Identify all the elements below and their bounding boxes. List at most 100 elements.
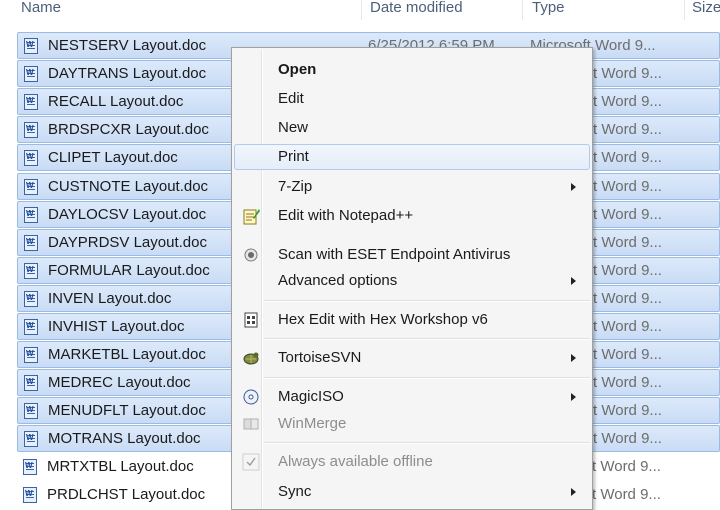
winmerge-icon: [243, 418, 259, 430]
menu-item-label: 7-Zip: [278, 178, 313, 195]
menu-item-label: Edit with Notepad++: [278, 207, 414, 224]
menu-separator: [264, 338, 590, 340]
word-document-icon: [24, 347, 38, 363]
tortoise-svn-icon: [243, 352, 259, 365]
menu-item-label: Hex Edit with Hex Workshop v6: [278, 311, 488, 328]
column-divider[interactable]: [522, 0, 523, 20]
file-name: PRDLCHST Layout.doc: [47, 486, 206, 503]
file-type: t Word 9...: [593, 374, 662, 391]
file-name: BRDSPCXR Layout.doc: [48, 121, 209, 138]
menu-item-edit-notepad[interactable]: Edit with Notepad++: [234, 203, 590, 229]
context-menu: Open Edit New Print 7-Zip Edit with Note…: [231, 47, 593, 510]
menu-item-sync[interactable]: Sync: [234, 479, 590, 505]
menu-item-magiciso[interactable]: MagicISO: [234, 384, 590, 410]
file-name: MENUDFLT Layout.doc: [48, 402, 206, 419]
checkmark-icon: [242, 453, 260, 471]
word-document-icon: [24, 263, 38, 279]
word-document-icon: [24, 150, 38, 166]
file-type: t Word 9...: [593, 290, 662, 307]
submenu-arrow-icon: [571, 183, 576, 191]
word-document-icon: [24, 38, 38, 54]
menu-item-advanced-options[interactable]: Advanced options: [234, 268, 590, 294]
menu-item-label: TortoiseSVN: [278, 349, 362, 366]
word-document-icon: [24, 431, 38, 447]
word-document-icon: [24, 403, 38, 419]
word-document-icon: [24, 235, 38, 251]
word-document-icon: [23, 487, 37, 503]
column-divider[interactable]: [361, 0, 362, 20]
magiciso-icon: [243, 389, 259, 405]
file-type: t Word 9...: [593, 65, 662, 82]
word-document-icon: [24, 207, 38, 223]
file-type: t Word 9...: [593, 178, 662, 195]
column-size-header[interactable]: Size: [692, 0, 720, 21]
file-name: DAYLOCSV Layout.doc: [48, 206, 207, 223]
column-date-header[interactable]: Date modified: [370, 0, 463, 21]
notepad-plus-plus-icon: [243, 209, 260, 225]
file-type: t Word 9...: [593, 121, 662, 138]
column-name-header[interactable]: Name: [21, 0, 61, 21]
file-name: INVHIST Layout.doc: [48, 318, 185, 335]
file-type: t Word 9...: [593, 206, 662, 223]
menu-item-tortoise-svn[interactable]: TortoiseSVN: [234, 345, 590, 371]
word-document-icon: [24, 319, 38, 335]
file-name: MARKETBL Layout.doc: [48, 346, 206, 363]
menu-item-label: Sync: [278, 483, 312, 500]
word-document-icon: [24, 94, 38, 110]
file-name: INVEN Layout.doc: [48, 290, 172, 307]
hex-workshop-icon: [244, 312, 258, 328]
word-document-icon: [24, 291, 38, 307]
column-type-header[interactable]: Type: [532, 0, 565, 21]
file-type: t Word 9...: [593, 262, 662, 279]
column-divider[interactable]: [684, 0, 685, 20]
file-name: FORMULAR Layout.doc: [48, 262, 210, 279]
file-type: t Word 9...: [593, 234, 662, 251]
menu-item-scan-eset[interactable]: Scan with ESET Endpoint Antivirus: [234, 242, 590, 268]
submenu-arrow-icon: [571, 354, 576, 362]
menu-item-hex-edit[interactable]: Hex Edit with Hex Workshop v6: [234, 307, 590, 333]
menu-separator: [264, 377, 590, 379]
menu-item-always-offline[interactable]: Always available offline: [234, 449, 590, 475]
menu-item-label: MagicISO: [278, 388, 344, 405]
file-type: t Word 9...: [592, 486, 661, 503]
menu-item-label: Advanced options: [278, 272, 398, 289]
file-type: t Word 9...: [593, 318, 662, 335]
file-name: RECALL Layout.doc: [48, 93, 184, 110]
menu-item-print[interactable]: Print: [234, 144, 590, 170]
word-document-icon: [23, 459, 37, 475]
file-name: NESTSERV Layout.doc: [48, 37, 207, 54]
file-type: t Word 9...: [593, 402, 662, 419]
file-type: t Word 9...: [592, 458, 661, 475]
menu-separator: [264, 442, 590, 444]
menu-item-label: Open: [278, 61, 317, 78]
submenu-arrow-icon: [571, 393, 576, 401]
word-document-icon: [24, 66, 38, 82]
file-type: t Word 9...: [593, 93, 662, 110]
word-document-icon: [24, 122, 38, 138]
file-name: MRTXTBL Layout.doc: [47, 458, 194, 475]
file-name: MEDREC Layout.doc: [48, 374, 191, 391]
menu-item-open[interactable]: Open: [234, 57, 590, 83]
file-name: MOTRANS Layout.doc: [48, 430, 201, 447]
menu-item-7zip[interactable]: 7-Zip: [234, 174, 590, 200]
submenu-arrow-icon: [571, 488, 576, 496]
file-name: CUSTNOTE Layout.doc: [48, 178, 209, 195]
menu-item-label: New: [278, 119, 309, 136]
eset-antivirus-icon: [244, 248, 258, 262]
file-name: DAYTRANS Layout.doc: [48, 65, 207, 82]
menu-separator: [264, 300, 590, 302]
word-document-icon: [24, 179, 38, 195]
menu-item-new[interactable]: New: [234, 115, 590, 141]
menu-item-label: WinMerge: [278, 415, 347, 432]
menu-item-winmerge[interactable]: WinMerge: [234, 411, 590, 437]
menu-item-label: Print: [278, 148, 309, 165]
menu-item-edit[interactable]: Edit: [234, 86, 590, 112]
menu-item-label: Always available offline: [278, 453, 433, 470]
file-name: CLIPET Layout.doc: [48, 149, 178, 166]
menu-item-label: Scan with ESET Endpoint Antivirus: [278, 246, 511, 263]
file-type: t Word 9...: [593, 430, 662, 447]
menu-item-label: Edit: [278, 90, 304, 107]
column-header: Name Date modified Type Size: [0, 0, 720, 22]
file-type: t Word 9...: [593, 346, 662, 363]
file-name: DAYPRDSV Layout.doc: [48, 234, 207, 251]
